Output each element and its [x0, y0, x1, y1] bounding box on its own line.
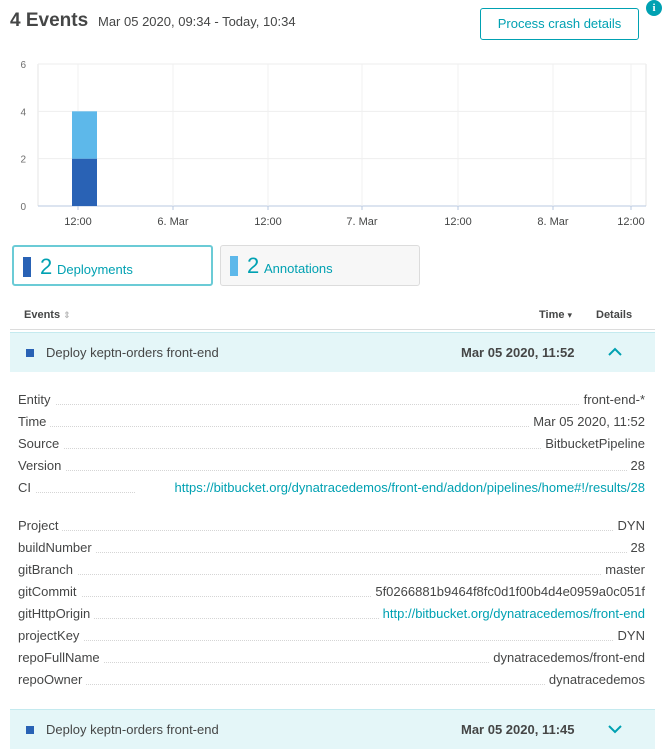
detail-row-repoowner: repoOwner dynatracedemos: [18, 670, 645, 692]
annotations-count: 2: [247, 253, 260, 278]
detail-row-gitcommit: gitCommit 5f0266881b9464f8fc0d1f00b4d4e09…: [18, 582, 645, 604]
detail-value: Mar 05 2020, 11:52: [529, 414, 645, 429]
event-time: Mar 05 2020, 11:45: [461, 722, 575, 737]
annotations-label: Annotations: [264, 261, 333, 276]
column-events-label: Events: [24, 309, 61, 321]
x-tick-label: 12:00: [617, 216, 645, 228]
y-tick-label: 4: [20, 107, 26, 118]
events-chart-svg: 0 2 4 6 12:00 6. Mar 12:00 7. Mar 12:00 8. Mar 12:…: [20, 60, 647, 228]
deployments-swatch: [23, 257, 31, 277]
column-time-label: Time: [539, 309, 565, 321]
column-events[interactable]: Events ⇕: [24, 309, 71, 321]
detail-key: Version: [18, 458, 66, 473]
sort-icon: ⇕: [63, 310, 71, 320]
sort-descending-icon: ▾: [567, 310, 573, 320]
x-tick-label: 6. Mar: [157, 216, 189, 228]
time-range: Mar 05 2020, 09:34 - Today, 10:34: [98, 14, 296, 29]
x-tick-label: 7. Mar: [346, 216, 378, 228]
event-title: Deploy keptn-orders front-end: [46, 345, 219, 360]
annotations-swatch: [230, 256, 238, 276]
detail-leader: [18, 404, 645, 405]
detail-key: Time: [18, 414, 51, 429]
detail-row-githttporigin: gitHttpOrigin http://bitbucket.org/dynatr…: [18, 604, 645, 626]
detail-leader: [18, 640, 645, 641]
detail-key: buildNumber: [18, 540, 96, 555]
detail-row-projectkey: projectKey DYN: [18, 626, 645, 648]
y-tick-label: 6: [20, 60, 26, 71]
event-row[interactable]: Deploy keptn-orders front-end Mar 05 202…: [10, 709, 655, 749]
detail-key: projectKey: [18, 628, 84, 643]
detail-value: 28: [626, 540, 645, 555]
x-tick-label: 12:00: [254, 216, 282, 228]
detail-row-source: Source BitbucketPipeline: [18, 434, 645, 456]
events-header: 4 Events Mar 05 2020, 09:34 - Today, 10:…: [10, 8, 650, 48]
event-count-title: 4 Events: [10, 10, 89, 31]
detail-key: Project: [18, 518, 63, 533]
event-details: Entity front-end-* Time Mar 05 2020, 11:52 S…: [18, 390, 645, 692]
detail-row-entity: Entity front-end-*: [18, 390, 645, 412]
detail-row-project: Project DYN: [18, 516, 645, 538]
detail-value: BitbucketPipeline: [541, 436, 645, 451]
detail-value: DYN: [613, 628, 645, 643]
detail-row-gitbranch: gitBranch master: [18, 560, 645, 582]
detail-value: front-end-*: [579, 392, 645, 407]
events-chart: 0 2 4 6 12:00 6. Mar 12:00 7. Mar 12:00 8. Mar 12:…: [0, 60, 662, 240]
detail-row-repofullname: repoFullName dynatracedemos/front-end: [18, 648, 645, 670]
detail-value: dynatracedemos/front-end: [489, 650, 645, 665]
detail-value: dynatracedemos: [544, 672, 645, 687]
detail-key: repoFullName: [18, 650, 104, 665]
detail-link[interactable]: https://bitbucket.org/dynatracedemos/fro…: [135, 480, 645, 496]
y-tick-label: 2: [20, 155, 26, 166]
x-tick-label: 12:00: [444, 216, 472, 228]
detail-key: repoOwner: [18, 672, 87, 687]
detail-row-ci: CI https://bitbucket.org/dynatracedemos/f…: [18, 478, 645, 516]
event-row[interactable]: Deploy keptn-orders front-end Mar 05 202…: [10, 332, 655, 372]
deployments-label: Deployments: [57, 262, 133, 277]
deployment-marker-icon: [26, 349, 34, 357]
detail-leader: [18, 552, 645, 553]
y-tick-label: 0: [20, 202, 26, 213]
column-details: Details: [596, 309, 633, 321]
detail-leader: [18, 470, 645, 471]
detail-row-time: Time Mar 05 2020, 11:52: [18, 412, 645, 434]
chevron-up-icon[interactable]: [604, 341, 626, 363]
info-icon[interactable]: i: [646, 0, 662, 16]
filter-deployments-button[interactable]: 2 Deployments: [12, 245, 213, 286]
event-title: Deploy keptn-orders front-end: [46, 722, 219, 737]
detail-key: Entity: [18, 392, 55, 407]
detail-row-version: Version 28: [18, 456, 645, 478]
deployments-count: 2: [40, 254, 53, 279]
detail-key: gitHttpOrigin: [18, 606, 95, 621]
detail-leader: [18, 530, 645, 531]
events-table-header: Events ⇕ Time ▾ Details: [10, 300, 655, 330]
deployment-marker-icon: [26, 726, 34, 734]
detail-row-buildnumber: buildNumber 28: [18, 538, 645, 560]
x-tick-label: 8. Mar: [537, 216, 569, 228]
detail-key: Source: [18, 436, 64, 451]
event-time: Mar 05 2020, 11:52: [461, 345, 575, 360]
detail-value: 5f0266881b9464f8fc0d1f00b4d4e0959a0c051f: [371, 584, 645, 599]
chevron-down-icon[interactable]: [604, 718, 626, 740]
detail-value: master: [601, 562, 645, 577]
column-time[interactable]: Time ▾: [539, 309, 572, 321]
bar-segment-annotations: [72, 111, 97, 159]
detail-link[interactable]: http://bitbucket.org/dynatracedemos/fron…: [378, 606, 645, 621]
detail-value: 28: [626, 458, 645, 473]
filter-annotations-button[interactable]: 2 Annotations: [220, 245, 420, 286]
bar-segment-deployments: [72, 158, 97, 206]
detail-key: gitBranch: [18, 562, 77, 577]
detail-leader: [18, 574, 645, 575]
x-tick-label: 12:00: [64, 216, 92, 228]
detail-key: CI: [18, 480, 35, 495]
event-type-filters: 2 Deployments 2 Annotations: [12, 245, 432, 287]
detail-value: DYN: [613, 518, 645, 533]
process-crash-details-button[interactable]: Process crash details: [480, 8, 639, 40]
detail-key: gitCommit: [18, 584, 81, 599]
